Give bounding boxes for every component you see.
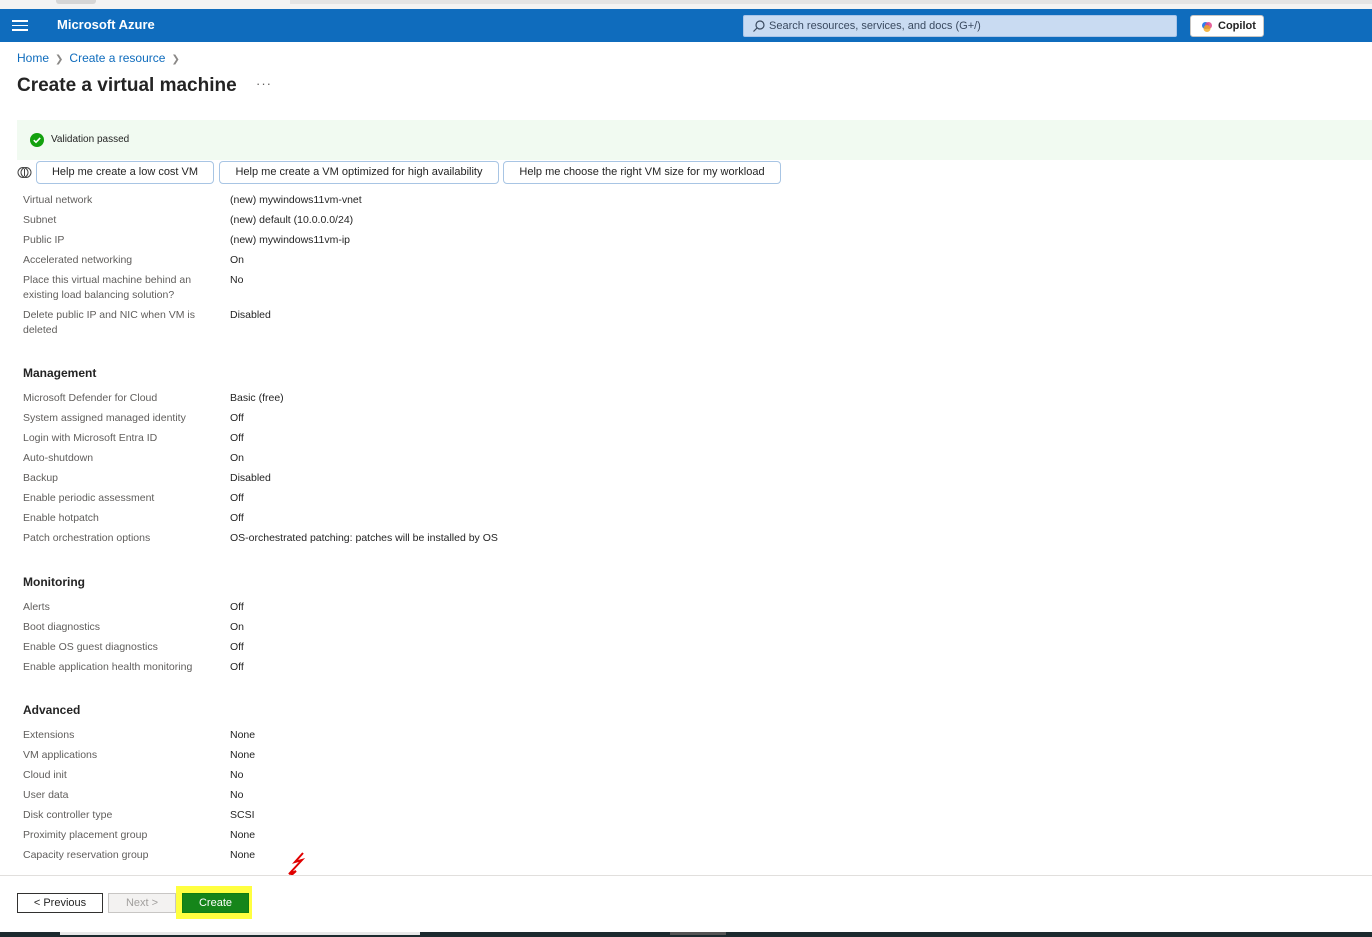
browser-tab[interactable] [56, 0, 96, 4]
summary-value: (new) mywindows11vm-ip [230, 234, 351, 246]
summary-label: Subnet [23, 214, 57, 226]
summary-value: Off [230, 641, 244, 653]
summary-value: Disabled [230, 472, 271, 484]
summary-value: On [230, 254, 245, 266]
taskbar-segment [670, 932, 726, 935]
summary-value: On [230, 452, 245, 464]
chevron-right-icon: ❯ [171, 54, 180, 65]
breadcrumb-home[interactable]: Home [17, 51, 49, 65]
search-icon [753, 20, 765, 32]
summary-label: Enable OS guest diagnostics [23, 641, 158, 653]
summary-label: Accelerated networking [23, 254, 133, 266]
summary-label: Login with Microsoft Entra ID [23, 432, 158, 444]
summary-label: Auto-shutdown [23, 452, 94, 464]
breadcrumb-create-resource[interactable]: Create a resource [69, 51, 165, 65]
summary-label: Microsoft Defender for Cloud [23, 392, 158, 404]
summary-label: Cloud init [23, 769, 67, 781]
summary-label: Proximity placement group [23, 829, 148, 841]
summary-label: Extensions [23, 729, 75, 741]
summary-value: No [230, 789, 244, 801]
summary-value: None [230, 849, 256, 861]
global-search[interactable] [743, 15, 1177, 37]
summary-value: Off [230, 492, 244, 504]
validation-text: Validation passed [51, 134, 130, 145]
summary-label: VM applications [23, 749, 98, 761]
chevron-right-icon: ❯ [55, 54, 64, 65]
section-heading-advanced: Advanced [23, 703, 81, 717]
brand-title[interactable]: Microsoft Azure [57, 17, 155, 32]
summary-label: Patch orchestration options [23, 532, 151, 544]
summary-label: Capacity reservation group [23, 849, 149, 861]
summary-label: Enable application health monitoring [23, 661, 193, 673]
menu-icon[interactable] [12, 17, 28, 33]
summary-value: None [230, 829, 256, 841]
summary-label: Public IP [23, 234, 65, 246]
section-heading-monitoring: Monitoring [23, 575, 85, 589]
section-heading-management: Management [23, 366, 97, 380]
more-options-icon[interactable]: ··· [256, 76, 272, 91]
browser-chrome [0, 0, 1372, 9]
summary-label: Enable periodic assessment [23, 492, 155, 504]
summary-value: (new) mywindows11vm-vnet [230, 194, 362, 206]
summary-label: Delete public IP and NIC when VM is dele… [23, 309, 195, 336]
summary-value: On [230, 621, 245, 633]
summary-value: Off [230, 432, 244, 444]
breadcrumb: Home ❯ Create a resource ❯ [17, 51, 186, 65]
check-circle-icon [30, 133, 44, 147]
taskbar [0, 932, 1372, 937]
summary-label: User data [23, 789, 69, 801]
summary-value: (new) default (10.0.0.0/24) [230, 214, 354, 226]
help-low-cost-vm-button[interactable]: Help me create a low cost VM [36, 161, 214, 184]
summary-label: System assigned managed identity [23, 412, 186, 424]
help-high-availability-button[interactable]: Help me create a VM optimized for high a… [219, 161, 499, 184]
summary-value: None [230, 749, 256, 761]
summary-value: No [230, 769, 244, 781]
review-summary[interactable]: Virtual network (new) mywindows11vm-vnet… [0, 186, 1372, 874]
search-input[interactable] [769, 16, 1169, 36]
summary-value: None [230, 729, 256, 741]
summary-value: Off [230, 661, 244, 673]
summary-value: No [230, 274, 244, 286]
help-vm-size-button[interactable]: Help me choose the right VM size for my … [503, 161, 781, 184]
wizard-footer: < Previous Next > Create [0, 875, 1372, 937]
copilot-label: Copilot [1218, 20, 1256, 32]
top-bar: Microsoft Azure Copilot [0, 9, 1372, 42]
summary-label: Virtual network [23, 194, 93, 206]
next-button: Next > [108, 893, 176, 913]
summary-value: Off [230, 601, 244, 613]
summary-value: OS-orchestrated patching: patches will b… [230, 532, 498, 544]
copilot-button[interactable]: Copilot [1190, 15, 1264, 37]
validation-banner: Validation passed [17, 120, 1372, 160]
summary-label: Boot diagnostics [23, 621, 101, 633]
page-title: Create a virtual machine [17, 75, 237, 96]
summary-label: Backup [23, 472, 59, 484]
create-button[interactable]: Create [182, 893, 249, 913]
summary-value: Off [230, 512, 244, 524]
copilot-icon [1202, 22, 1212, 32]
taskbar-segment [60, 932, 420, 935]
summary-value: Disabled [230, 309, 271, 321]
copilot-suggestion-icon [17, 167, 32, 178]
summary-value: Basic (free) [230, 392, 284, 404]
summary-label: Place this virtual machine behind an exi… [23, 274, 192, 301]
summary-value: SCSI [230, 809, 255, 821]
summary-label: Disk controller type [23, 809, 113, 821]
previous-button[interactable]: < Previous [17, 893, 103, 913]
summary-label: Enable hotpatch [23, 512, 99, 524]
summary-value: Off [230, 412, 244, 424]
address-bar[interactable] [290, 0, 1372, 4]
summary-label: Alerts [23, 601, 50, 613]
